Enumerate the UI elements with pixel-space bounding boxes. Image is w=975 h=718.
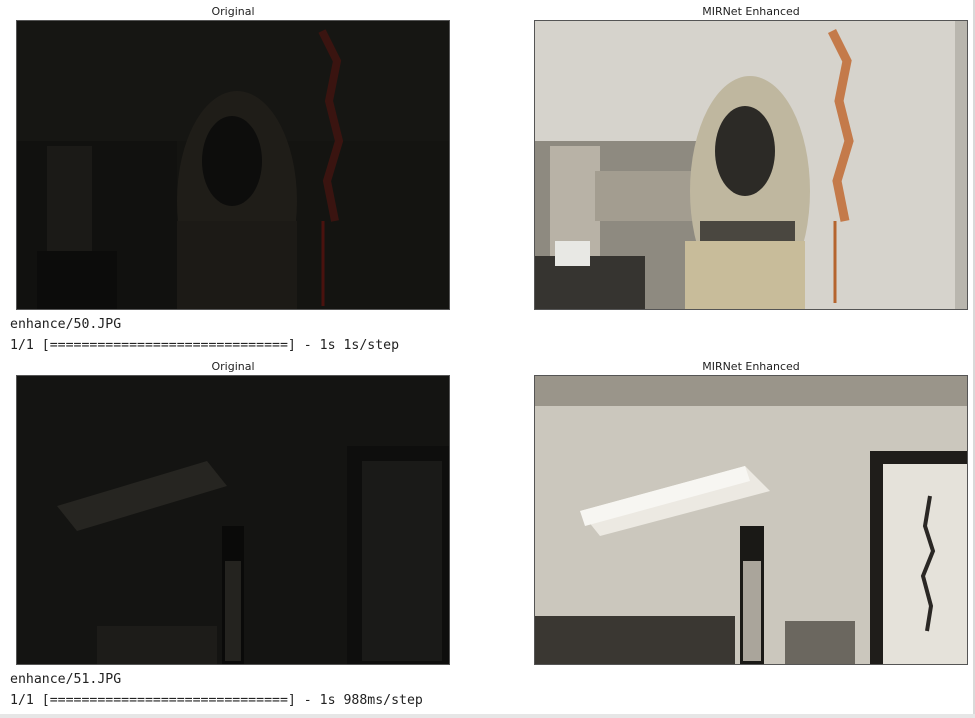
original-image-2 (16, 375, 450, 665)
original-title-1: Original (211, 5, 255, 18)
filename-line-2: enhance/51.JPG (10, 672, 122, 687)
enhanced-title-2: MIRNet Enhanced (702, 360, 800, 373)
enhanced-title-1: MIRNet Enhanced (702, 5, 800, 18)
original-title-2: Original (211, 360, 255, 373)
filename-line-1: enhance/50.JPG (10, 317, 122, 332)
original-image-1 (16, 20, 450, 310)
bottom-scrollbar[interactable] (0, 714, 975, 718)
progress-line-1: 1/1 [==============================] - 1… (10, 338, 400, 353)
progress-line-2: 1/1 [==============================] - 1… (10, 693, 423, 708)
enhanced-image-2 (534, 375, 968, 665)
enhanced-image-1 (534, 20, 968, 310)
